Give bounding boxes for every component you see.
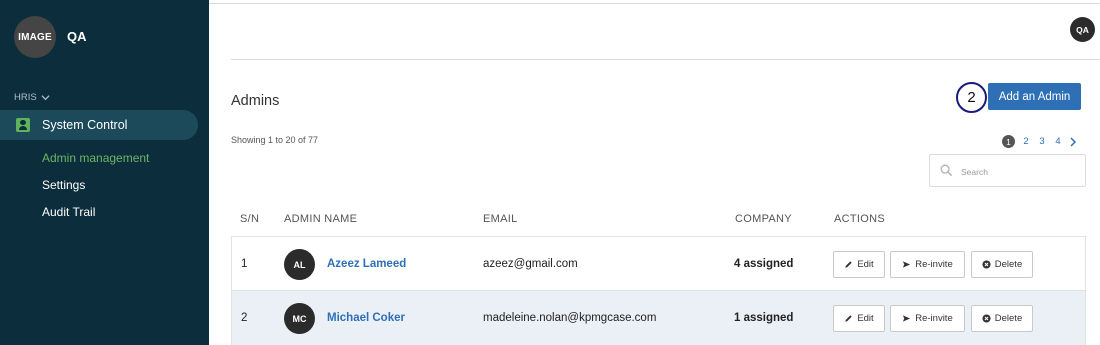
column-header-company: COMPANY <box>735 213 792 225</box>
sidebar-subitem-settings[interactable]: Settings <box>42 178 85 192</box>
chevron-down-icon <box>41 95 50 101</box>
edit-label: Edit <box>857 313 874 324</box>
edit-button[interactable]: Edit <box>833 251 885 278</box>
top-divider <box>209 3 1100 4</box>
admin-email: azeez@gmail.com <box>483 258 578 270</box>
reinvite-label: Re-invite <box>915 313 953 324</box>
app-root: IMAGE QA HRIS System Control Admin manag… <box>0 0 1100 345</box>
step-marker: 2 <box>956 82 987 113</box>
company-assigned: 4 assigned <box>734 258 794 270</box>
search-input[interactable] <box>961 164 1076 179</box>
send-icon <box>903 261 911 268</box>
admin-name-link[interactable]: Azeez Lameed <box>327 258 406 270</box>
org-name: QA <box>67 29 87 44</box>
pencil-icon <box>845 315 852 322</box>
sidebar-subitem-admin-management[interactable]: Admin management <box>42 151 149 165</box>
reinvite-label: Re-invite <box>915 259 953 270</box>
hris-section-toggle[interactable]: HRIS <box>14 92 50 103</box>
row-sn: 1 <box>241 258 248 270</box>
page-title: Admins <box>231 93 280 109</box>
send-icon <box>903 315 911 322</box>
add-admin-button[interactable]: Add an Admin <box>988 83 1081 110</box>
page-link[interactable]: 4 <box>1053 136 1063 147</box>
pencil-icon <box>845 261 852 268</box>
table-row: 2 MC Michael Coker madeleine.nolan@kpmgc… <box>232 291 1085 345</box>
page-link[interactable]: 2 <box>1021 136 1031 147</box>
company-assigned: 1 assigned <box>734 312 794 324</box>
sidebar: IMAGE QA HRIS System Control Admin manag… <box>0 0 209 345</box>
pagination: 1 2 3 4 <box>1002 135 1077 148</box>
avatar: AL <box>284 249 315 280</box>
reinvite-button[interactable]: Re-invite <box>890 305 965 332</box>
sidebar-item-label: System Control <box>42 118 128 132</box>
sidebar-item-system-control[interactable]: System Control <box>0 110 198 140</box>
hris-label: HRIS <box>14 92 37 103</box>
search-box <box>929 154 1086 187</box>
header-divider <box>231 59 1100 60</box>
avatar: MC <box>284 303 315 334</box>
admin-email: madeleine.nolan@kpmgcase.com <box>483 312 657 324</box>
delete-label: Delete <box>994 313 1023 324</box>
column-header-sn: S/N <box>240 213 260 225</box>
close-circle-icon <box>982 260 991 269</box>
page-link[interactable]: 3 <box>1037 136 1047 147</box>
chevron-right-icon[interactable] <box>1069 136 1077 147</box>
close-circle-icon <box>982 314 991 323</box>
sidebar-subitem-audit-trail[interactable]: Audit Trail <box>42 205 95 219</box>
column-header-email: EMAIL <box>483 213 518 225</box>
edit-label: Edit <box>857 259 874 270</box>
showing-count: Showing 1 to 20 of 77 <box>231 135 319 145</box>
edit-button[interactable]: Edit <box>833 305 885 332</box>
org-logo[interactable]: IMAGE <box>14 16 56 58</box>
row-sn: 2 <box>241 312 248 324</box>
delete-button[interactable]: Delete <box>971 305 1033 332</box>
table-row: 1 AL Azeez Lameed azeez@gmail.com 4 assi… <box>232 237 1085 291</box>
column-header-actions: ACTIONS <box>834 213 885 225</box>
contact-card-icon <box>16 118 30 132</box>
user-avatar[interactable]: QA <box>1070 17 1095 42</box>
delete-button[interactable]: Delete <box>971 251 1033 278</box>
search-icon <box>940 164 953 177</box>
admins-table: 1 AL Azeez Lameed azeez@gmail.com 4 assi… <box>231 236 1086 345</box>
admin-name-link[interactable]: Michael Coker <box>327 312 405 324</box>
reinvite-button[interactable]: Re-invite <box>890 251 965 278</box>
page-current[interactable]: 1 <box>1002 135 1015 148</box>
delete-label: Delete <box>994 259 1023 270</box>
column-header-admin-name: ADMIN NAME <box>284 213 358 225</box>
